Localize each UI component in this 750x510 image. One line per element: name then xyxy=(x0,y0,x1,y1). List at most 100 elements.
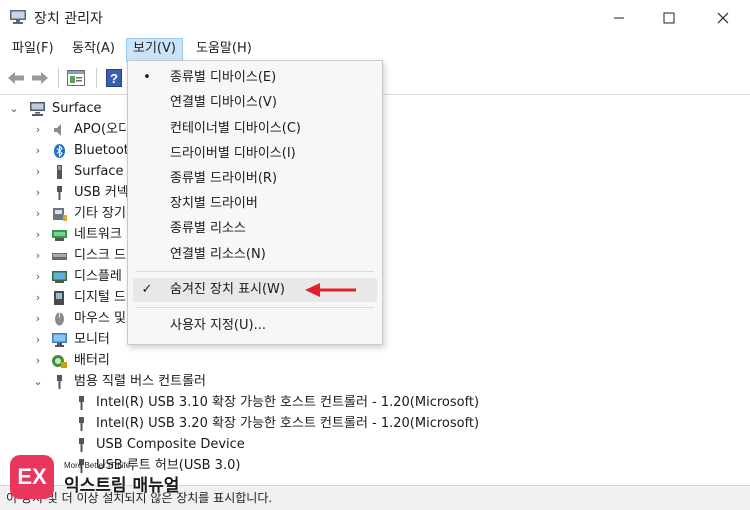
tree-item-label: 기타 장기 xyxy=(74,206,126,221)
properties-icon xyxy=(67,70,85,86)
watermark-tagline: More Better IT Life xyxy=(64,461,131,470)
checkmark-icon: ✓ xyxy=(141,282,153,297)
speaker-icon xyxy=(54,124,61,136)
device-icon xyxy=(57,165,62,179)
menu-item-devices-by-container[interactable]: 컨테이너별 디바이스(C) xyxy=(128,117,382,141)
tree-item-mouse[interactable]: › 마우스 및 xyxy=(0,309,127,329)
chevron-right-icon[interactable]: › xyxy=(32,246,44,266)
menu-item-label: 연결별 디바이스(V) xyxy=(170,95,277,110)
display-adapter-icon xyxy=(52,271,67,283)
battery-icon xyxy=(52,355,67,368)
menu-item-devices-by-type[interactable]: • 종류별 디바이스(E) xyxy=(128,66,382,90)
tree-item-surface[interactable]: › Surface S xyxy=(0,162,136,182)
tree-item-usb-connector[interactable]: › USB 커넥 xyxy=(0,183,129,203)
title-bar: 장치 관리자 xyxy=(0,0,750,36)
tree-item-other-devices[interactable]: › 기타 장기 xyxy=(0,204,127,224)
menu-file[interactable]: 파일(F) xyxy=(6,38,60,60)
help-button[interactable]: ? xyxy=(104,68,124,88)
maximize-button[interactable] xyxy=(644,0,694,36)
network-adapter-icon xyxy=(52,230,67,241)
forward-button[interactable] xyxy=(30,68,50,88)
menu-item-label: 종류별 리소스 xyxy=(170,221,246,236)
watermark-logo: EX xyxy=(10,455,54,499)
chevron-right-icon[interactable]: › xyxy=(32,141,44,161)
chevron-right-icon[interactable]: › xyxy=(32,330,44,350)
chevron-right-icon[interactable]: › xyxy=(32,162,44,182)
chevron-right-icon[interactable]: › xyxy=(32,120,44,140)
menu-item-label: 종류별 드라이버(R) xyxy=(170,171,278,186)
menu-item-drivers-by-device[interactable]: 장치별 드라이버 xyxy=(128,192,382,216)
svg-text:?: ? xyxy=(110,71,118,86)
computer-icon xyxy=(30,102,45,116)
chevron-right-icon[interactable]: › xyxy=(32,183,44,203)
menu-view[interactable]: 보기(V) xyxy=(126,38,183,62)
other-device-icon xyxy=(53,208,67,221)
digital-media-icon xyxy=(54,291,64,305)
chevron-right-icon[interactable]: › xyxy=(32,225,44,245)
properties-button[interactable] xyxy=(66,68,86,88)
menu-item-devices-by-connection[interactable]: 연결별 디바이스(V) xyxy=(128,91,382,115)
bluetooth-icon xyxy=(54,144,65,158)
menu-item-label: 연결별 리소스(N) xyxy=(170,247,266,262)
menu-item-customize[interactable]: 사용자 지정(U)... xyxy=(128,314,382,338)
tree-item-display[interactable]: › 디스플레 xyxy=(0,267,127,287)
minimize-button[interactable] xyxy=(594,0,644,36)
disk-drive-icon xyxy=(52,253,67,260)
red-arrow-icon xyxy=(305,283,356,297)
tree-root[interactable]: ⌄ Surface xyxy=(0,99,130,119)
tree-item-monitor[interactable]: › 모니터 xyxy=(0,330,127,350)
menu-item-label: 사용자 지정(U)... xyxy=(170,318,266,333)
tree-child-label: Intel(R) USB 3.10 확장 가능한 호스트 컨트롤러 - 1.20… xyxy=(96,395,480,410)
tree-item-label: 디지털 드 xyxy=(74,290,126,305)
tree-item-label: USB 커넥 xyxy=(74,185,129,200)
menu-item-drivers-by-type[interactable]: 종류별 드라이버(R) xyxy=(128,167,382,191)
close-button[interactable] xyxy=(698,0,748,36)
usb-plug-icon xyxy=(79,396,84,410)
tree-item-digital[interactable]: › 디지털 드 xyxy=(0,288,127,308)
menu-item-label: 장치별 드라이버 xyxy=(170,196,258,211)
menu-item-devices-by-driver[interactable]: 드라이버별 디바이스(I) xyxy=(128,142,382,166)
tree-item-apo[interactable]: › APO(오디 xyxy=(0,120,130,140)
chevron-right-icon[interactable]: › xyxy=(32,309,44,329)
chevron-right-icon[interactable]: › xyxy=(32,204,44,224)
tree-item-usb-controllers[interactable]: ⌄ 범용 직렬 버스 컨트롤러 xyxy=(0,372,260,392)
tree-item-label: 네트워크 xyxy=(74,227,122,242)
tree-item-label: 마우스 및 xyxy=(74,311,126,326)
usb-plug-icon xyxy=(79,417,84,431)
tree-item-disk[interactable]: › 디스크 드 xyxy=(0,246,127,266)
device-manager-icon xyxy=(10,10,26,24)
tree-item-battery[interactable]: › 배터리 xyxy=(0,351,127,371)
chevron-right-icon[interactable]: › xyxy=(32,288,44,308)
tree-item-label: 디스크 드 xyxy=(74,248,126,263)
menu-help[interactable]: 도움말(H) xyxy=(190,38,258,60)
tree-child-usb-host-320[interactable]: Intel(R) USB 3.20 확장 가능한 호스트 컨트롤러 - 1.20… xyxy=(0,414,520,434)
tree-child-usb-host-310[interactable]: Intel(R) USB 3.10 확장 가능한 호스트 컨트롤러 - 1.20… xyxy=(0,393,520,413)
tree-item-label: 범용 직렬 버스 컨트롤러 xyxy=(74,374,206,389)
back-arrow-icon xyxy=(8,72,24,84)
toolbar-divider xyxy=(96,68,97,88)
tree-item-label: 모니터 xyxy=(74,332,110,347)
mouse-icon xyxy=(55,312,64,326)
menu-item-resources-by-connection[interactable]: 연결별 리소스(N) xyxy=(128,243,382,267)
toolbar-divider xyxy=(58,68,59,88)
back-button[interactable] xyxy=(6,68,26,88)
close-icon xyxy=(717,12,729,24)
chevron-right-icon[interactable]: › xyxy=(32,351,44,371)
tree-root-label: Surface xyxy=(52,101,102,116)
tree-child-label: Intel(R) USB 3.20 확장 가능한 호스트 컨트롤러 - 1.20… xyxy=(96,416,480,431)
chevron-down-icon[interactable]: ⌄ xyxy=(8,99,20,119)
menu-action[interactable]: 동작(A) xyxy=(66,38,121,60)
usb-plug-icon xyxy=(79,438,84,452)
forward-arrow-icon xyxy=(32,72,48,84)
chevron-right-icon[interactable]: › xyxy=(32,267,44,287)
tree-item-label: 디스플레 xyxy=(74,269,122,284)
menu-item-resources-by-type[interactable]: 종류별 리소스 xyxy=(128,217,382,241)
menu-item-label: 숨겨진 장치 표시(W) xyxy=(170,282,285,297)
tree-item-network[interactable]: › 네트워크 xyxy=(0,225,127,245)
radio-dot-icon: • xyxy=(143,70,151,85)
watermark: EX More Better IT Life 익스트림 매뉴얼 xyxy=(10,451,250,501)
tree-item-bluetooth[interactable]: › Bluetoot xyxy=(0,141,129,161)
tree-item-label: Bluetoot xyxy=(74,143,129,158)
chevron-down-icon[interactable]: ⌄ xyxy=(32,372,44,392)
menu-separator xyxy=(136,307,374,308)
